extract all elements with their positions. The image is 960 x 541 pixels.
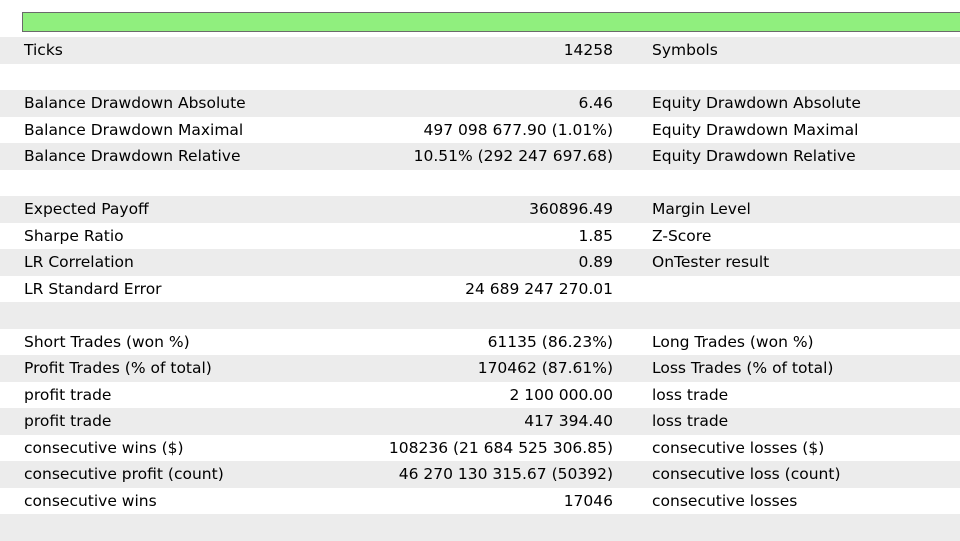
progress-bar-fill [23, 13, 960, 31]
table-row: Short Trades (won %) 61135 (86.23%) Long… [0, 328, 960, 355]
row-value: 360896.49 [529, 200, 613, 218]
row-value: 17046 [563, 491, 613, 510]
row-value: 2 100 000.00 [509, 385, 613, 404]
backtest-report-table: Ticks 14258 Symbols Balance Drawdown Abs… [0, 37, 960, 541]
row-label: consecutive wins ($) [24, 438, 184, 457]
table-row: Balance Drawdown Absolute 6.46 Equity Dr… [0, 90, 960, 117]
table-row: consecutive wins 17046 consecutive losse… [0, 487, 960, 514]
progress-bar [22, 12, 960, 32]
row-value: 10.51% (292 247 697.68) [413, 147, 613, 165]
row-label-secondary: Equity Drawdown Relative [652, 147, 856, 165]
row-label: Balance Drawdown Relative [24, 147, 241, 165]
row-label-secondary: Long Trades (won %) [652, 332, 814, 351]
row-label: consecutive wins [24, 491, 157, 510]
row-label-secondary: consecutive loss (count) [652, 465, 841, 483]
row-label: consecutive profit (count) [24, 465, 224, 483]
row-label-secondary: consecutive losses [652, 491, 798, 510]
row-value: 46 270 130 315.67 (50392) [398, 465, 613, 483]
row-value: 14258 [563, 41, 613, 59]
row-label: LR Correlation [24, 253, 134, 271]
table-row [0, 63, 960, 90]
row-value: 0.89 [578, 253, 613, 271]
table-row: Expected Payoff 360896.49 Margin Level [0, 196, 960, 223]
table-row: Ticks 14258 Symbols [0, 37, 960, 64]
table-row [0, 169, 960, 196]
row-label: Balance Drawdown Absolute [24, 94, 246, 112]
row-label-secondary: consecutive losses ($) [652, 438, 825, 457]
table-row [0, 514, 960, 541]
row-value: 6.46 [578, 94, 613, 112]
row-label-secondary: Margin Level [652, 200, 751, 218]
row-label: profit trade [24, 412, 112, 430]
table-row: profit trade 2 100 000.00 loss trade [0, 381, 960, 408]
row-value: 497 098 677.90 (1.01%) [423, 120, 613, 139]
row-label-secondary: Loss Trades (% of total) [652, 359, 834, 377]
row-label: Expected Payoff [24, 200, 149, 218]
row-value: 61135 (86.23%) [487, 332, 613, 351]
row-label-secondary: loss trade [652, 385, 729, 404]
row-value: 170462 (87.61%) [477, 359, 613, 377]
row-label: Balance Drawdown Maximal [24, 120, 244, 139]
table-row: consecutive profit (count) 46 270 130 31… [0, 461, 960, 488]
row-label-secondary: Symbols [652, 41, 718, 59]
row-value: 417 394.40 [524, 412, 613, 430]
row-label: profit trade [24, 385, 112, 404]
row-label-secondary: Equity Drawdown Absolute [652, 94, 861, 112]
table-row: LR Standard Error 24 689 247 270.01 [0, 275, 960, 302]
row-label-secondary: loss trade [652, 412, 729, 430]
table-row [0, 302, 960, 329]
table-row: Profit Trades (% of total) 170462 (87.61… [0, 355, 960, 382]
row-label: LR Standard Error [24, 279, 162, 298]
table-row: Balance Drawdown Relative 10.51% (292 24… [0, 143, 960, 170]
row-label: Sharpe Ratio [24, 226, 124, 245]
table-row: Balance Drawdown Maximal 497 098 677.90 … [0, 116, 960, 143]
row-value: 108236 (21 684 525 306.85) [388, 438, 613, 457]
row-value: 1.85 [578, 226, 613, 245]
table-row: profit trade 417 394.40 loss trade [0, 408, 960, 435]
row-label-secondary: Z-Score [652, 226, 712, 245]
table-row: Sharpe Ratio 1.85 Z-Score [0, 222, 960, 249]
table-row: consecutive wins ($) 108236 (21 684 525 … [0, 434, 960, 461]
table-row: LR Correlation 0.89 OnTester result [0, 249, 960, 276]
row-value: 24 689 247 270.01 [465, 279, 613, 298]
row-label: Ticks [24, 41, 63, 59]
row-label: Profit Trades (% of total) [24, 359, 212, 377]
row-label: Short Trades (won %) [24, 332, 190, 351]
row-label-secondary: OnTester result [652, 253, 770, 271]
row-label-secondary: Equity Drawdown Maximal [652, 120, 859, 139]
